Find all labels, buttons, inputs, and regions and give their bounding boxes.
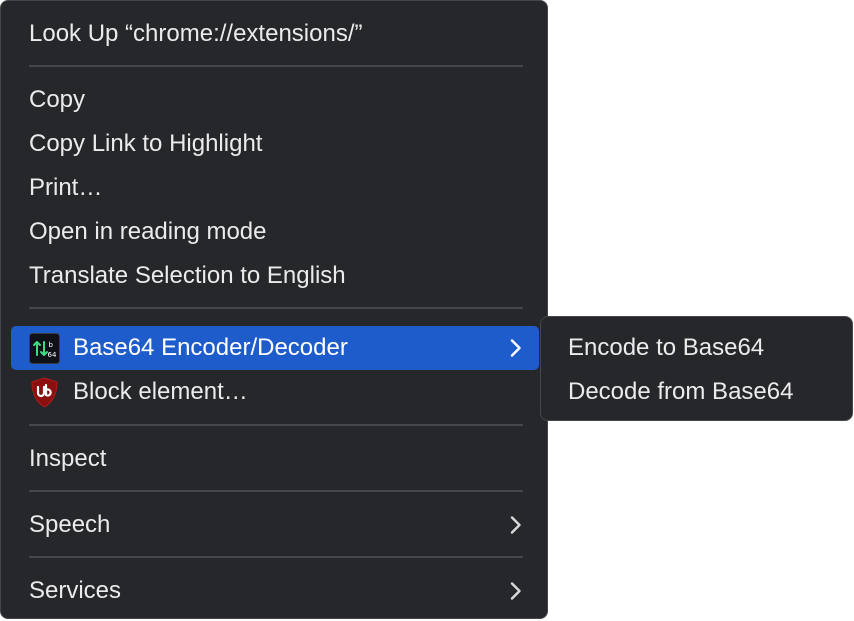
menu-separator [29, 424, 523, 426]
base64-icon-glyph: 64 [48, 351, 57, 359]
menu-item-label: Look Up “chrome://extensions/” [29, 20, 363, 47]
menu-item-label: Translate Selection to English [29, 262, 346, 289]
base64-extension-icon: b 64 [29, 332, 60, 364]
menu-separator [29, 307, 523, 309]
menu-item-label: Open in reading mode [29, 218, 267, 245]
submenu-item-label: Decode from Base64 [568, 378, 794, 405]
menu-item-label: Copy [29, 86, 86, 113]
menu-item-copy-link-to-highlight[interactable]: Copy Link to Highlight [11, 122, 539, 166]
chevron-right-icon [509, 515, 523, 535]
menu-item-label: Copy Link to Highlight [29, 130, 263, 157]
submenu-item-decode-from-base64[interactable]: Decode from Base64 [551, 370, 843, 414]
menu-item-label: Block element… [73, 378, 248, 405]
menu-item-speech[interactable]: Speech [11, 503, 539, 547]
submenu-item-encode-to-base64[interactable]: Encode to Base64 [551, 326, 843, 370]
menu-item-inspect[interactable]: Inspect [11, 437, 539, 481]
menu-item-services[interactable]: Services [11, 569, 539, 613]
svg-text:b: b [49, 341, 54, 349]
menu-separator [29, 65, 523, 67]
menu-separator [29, 490, 523, 492]
menu-item-label: Services [29, 577, 122, 604]
menu-item-print[interactable]: Print… [11, 166, 539, 210]
chevron-right-icon [509, 581, 523, 601]
menu-item-label: Print… [29, 174, 103, 201]
menu-item-block-element[interactable]: Block element… [11, 370, 539, 414]
context-menu: Look Up “chrome://extensions/” Copy Copy… [0, 0, 548, 619]
menu-item-copy[interactable]: Copy [11, 78, 539, 122]
base64-submenu: Encode to Base64 Decode from Base64 [540, 316, 853, 421]
menu-item-open-in-reading-mode[interactable]: Open in reading mode [11, 210, 539, 254]
menu-item-look-up[interactable]: Look Up “chrome://extensions/” [11, 12, 539, 56]
submenu-item-label: Encode to Base64 [568, 334, 765, 361]
ublock-origin-icon [29, 376, 60, 408]
menu-item-label: Speech [29, 511, 111, 538]
menu-item-base64-encoder-decoder[interactable]: b 64 Base64 Encoder/Decoder [11, 326, 539, 370]
chevron-right-icon [509, 338, 523, 358]
menu-item-translate-selection[interactable]: Translate Selection to English [11, 254, 539, 298]
menu-item-label: Base64 Encoder/Decoder [73, 334, 348, 361]
menu-separator [29, 556, 523, 558]
menu-item-label: Inspect [29, 445, 107, 472]
